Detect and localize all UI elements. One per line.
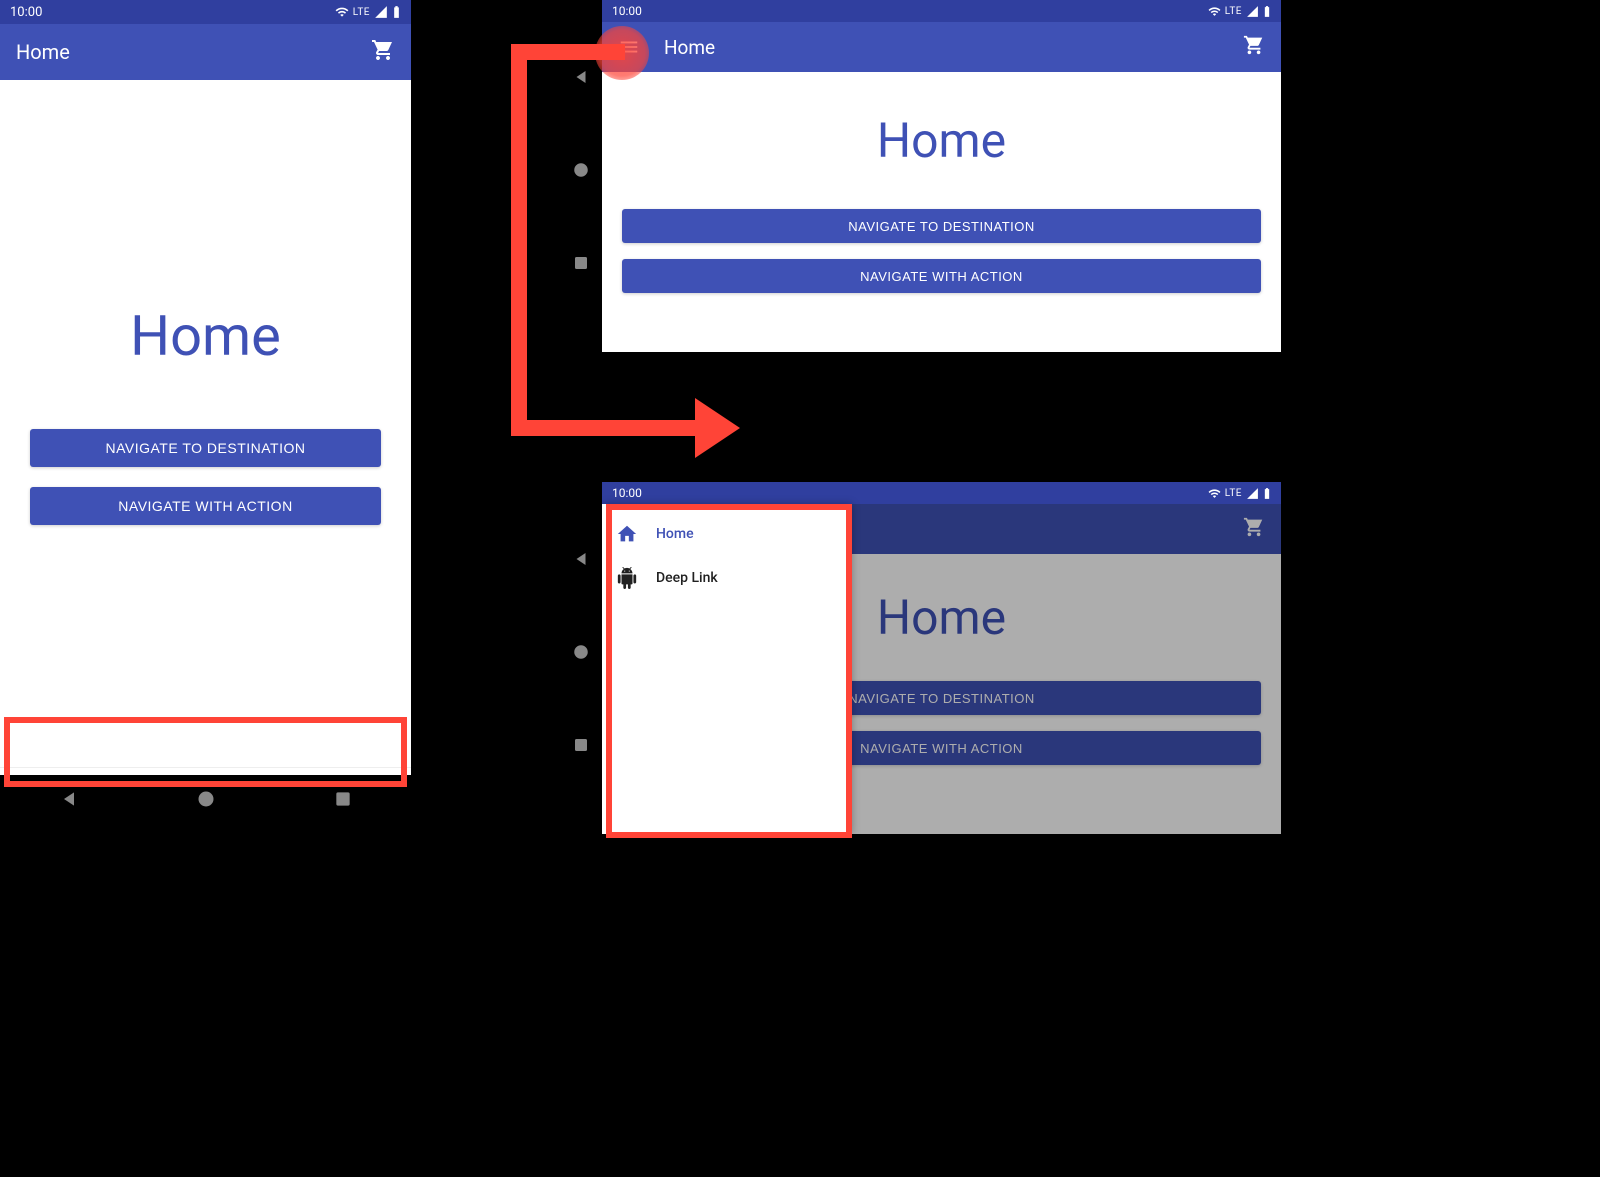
drawer-home-label: Home	[656, 526, 694, 542]
navigate-action-button[interactable]: Navigate with Action	[30, 487, 381, 525]
phone-system-navbar	[0, 775, 411, 823]
drawer-item-home[interactable]: Home	[602, 512, 850, 556]
android-icon	[616, 567, 638, 589]
phone-mockup: 10:00 LTE Home Home Navigate to Destinat…	[0, 0, 411, 823]
navigate-destination-button[interactable]: Navigate to Destination	[30, 429, 381, 467]
back-icon[interactable]	[59, 789, 79, 809]
signal-icon	[374, 5, 388, 19]
recents-icon[interactable]	[572, 736, 590, 754]
recents-icon[interactable]	[333, 789, 353, 809]
home-icon	[616, 523, 638, 545]
cart-icon	[1243, 34, 1265, 56]
drawer-item-deeplink[interactable]: Deep Link	[602, 556, 850, 600]
battery-icon	[1263, 487, 1271, 500]
network-label: LTE	[353, 7, 370, 18]
phone-content: Home Navigate to Destination Navigate wi…	[0, 80, 411, 767]
battery-icon	[1263, 5, 1271, 18]
home-nav-icon[interactable]	[196, 789, 216, 809]
wifi-icon	[1208, 5, 1221, 18]
tablet-mockup-drawer-open: 10:00 LTE Home Home Navigate to Destinat…	[602, 482, 1281, 834]
status-bar: 10:00 LTE	[0, 0, 411, 24]
cart-button[interactable]	[1243, 34, 1265, 61]
status-bar: 10:00 LTE	[602, 0, 1281, 22]
flow-arrow	[505, 38, 755, 508]
battery-icon	[392, 5, 401, 19]
network-label: LTE	[1225, 6, 1242, 17]
clock-text: 10:00	[10, 5, 42, 20]
tap-indicator	[595, 26, 649, 80]
tablet2-system-navbar	[557, 512, 605, 792]
drawer-deeplink-label: Deep Link	[656, 570, 718, 586]
cart-button[interactable]	[371, 38, 395, 67]
page-heading: Home	[877, 112, 1006, 169]
page-heading: Home	[130, 303, 281, 369]
app-bar: Home	[0, 24, 411, 80]
navigation-drawer: Home Deep Link	[602, 504, 850, 834]
network-label: LTE	[1225, 488, 1242, 499]
wifi-icon	[1208, 487, 1221, 500]
wifi-icon	[335, 5, 349, 19]
signal-icon	[1246, 5, 1259, 18]
cart-icon	[371, 38, 395, 62]
home-nav-icon[interactable]	[572, 643, 590, 661]
signal-icon	[1246, 487, 1259, 500]
back-icon[interactable]	[572, 550, 590, 568]
clock-text: 10:00	[612, 4, 642, 18]
app-bar-title: Home	[16, 40, 371, 64]
